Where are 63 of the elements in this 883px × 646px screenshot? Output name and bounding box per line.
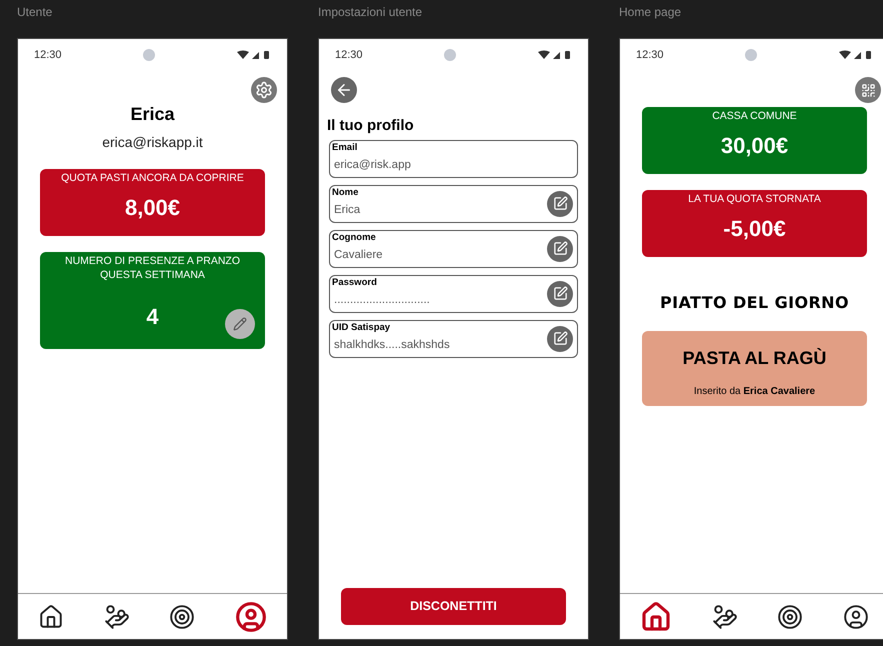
hand-coins-icon xyxy=(712,604,738,630)
pencil-icon xyxy=(233,317,247,331)
edit-button[interactable] xyxy=(547,280,573,306)
card-title: CASSA COMUNE xyxy=(711,109,798,123)
frame-label: Home page xyxy=(619,4,682,21)
user-icon xyxy=(843,604,870,630)
back-icon xyxy=(335,81,353,99)
settings-icon xyxy=(255,81,273,99)
edit-icon xyxy=(552,286,568,301)
status-icons xyxy=(237,50,271,60)
edit-button[interactable] xyxy=(547,326,573,352)
status-time: 12:30 xyxy=(636,48,664,63)
profile-field[interactable]: Nome Erica xyxy=(329,184,578,222)
card-value: 30,00€ xyxy=(720,132,788,160)
profile-field[interactable]: Cognome Cavaliere xyxy=(329,230,578,268)
home-icon xyxy=(640,600,672,632)
field-label: Cognome xyxy=(332,232,376,244)
user-name: Erica xyxy=(129,103,176,126)
profile-field[interactable]: Password .............................. xyxy=(329,274,578,312)
status-time: 12:30 xyxy=(335,48,363,63)
qr-code-icon xyxy=(860,82,876,98)
card-value: -5,00€ xyxy=(723,215,786,243)
qr-button[interactable] xyxy=(855,77,881,103)
field-value: Cavaliere xyxy=(333,248,383,262)
frame-label: Impostazioni utente xyxy=(318,4,424,21)
field-value: erica@risk.app xyxy=(333,158,411,172)
status-icons xyxy=(839,50,873,60)
edit-button[interactable] xyxy=(547,236,573,262)
card-title: LA TUA QUOTA STORNATA xyxy=(687,192,822,206)
status-icons xyxy=(538,50,572,60)
user-email: erica@riskapp.it xyxy=(101,133,204,152)
card-value: 4 xyxy=(146,303,159,331)
field-label: UID Satispay xyxy=(332,322,390,334)
edit-icon xyxy=(552,331,568,346)
edit-button[interactable] xyxy=(225,309,255,339)
edit-icon xyxy=(552,196,568,211)
field-value: shalkhdks.....sakhshds xyxy=(333,338,450,352)
field-value: Erica xyxy=(333,202,360,216)
dish-heading: PIATTO DEL GIORNO xyxy=(659,292,850,314)
target-icon xyxy=(777,604,804,630)
card-title: QUOTA PASTI ANCORA DA COPRIRE xyxy=(60,171,245,185)
profile-field[interactable]: UID Satispay shalkhdks.....sakhshds xyxy=(329,320,578,358)
section-heading: Il tuo profilo xyxy=(326,116,415,136)
field-label: Nome xyxy=(332,186,358,198)
card-title: NUMERO DI PRESENZE A PRANZO QUESTA SETTIMANA xyxy=(64,254,242,282)
hand-coins-icon xyxy=(104,604,130,630)
logout-button[interactable]: DISCONETTITI xyxy=(341,588,566,625)
target-icon xyxy=(169,604,196,630)
field-label: Password xyxy=(332,276,377,288)
card-value: 8,00€ xyxy=(124,194,180,222)
edit-icon xyxy=(552,241,568,256)
frame-label: Utente xyxy=(17,4,54,21)
back-button[interactable] xyxy=(331,77,357,103)
settings-button[interactable] xyxy=(251,77,277,103)
field-label: Email xyxy=(332,142,358,154)
home-icon xyxy=(38,604,64,630)
status-time: 12:30 xyxy=(34,48,62,63)
dish-author: Inserito da Erica Cavaliere xyxy=(694,385,816,399)
dish-name: PASTA AL RAGÙ xyxy=(682,347,826,370)
edit-button[interactable] xyxy=(547,190,573,216)
profile-field[interactable]: Email erica@risk.app xyxy=(329,140,578,178)
field-value: .............................. xyxy=(333,292,430,306)
user-icon xyxy=(235,600,268,632)
